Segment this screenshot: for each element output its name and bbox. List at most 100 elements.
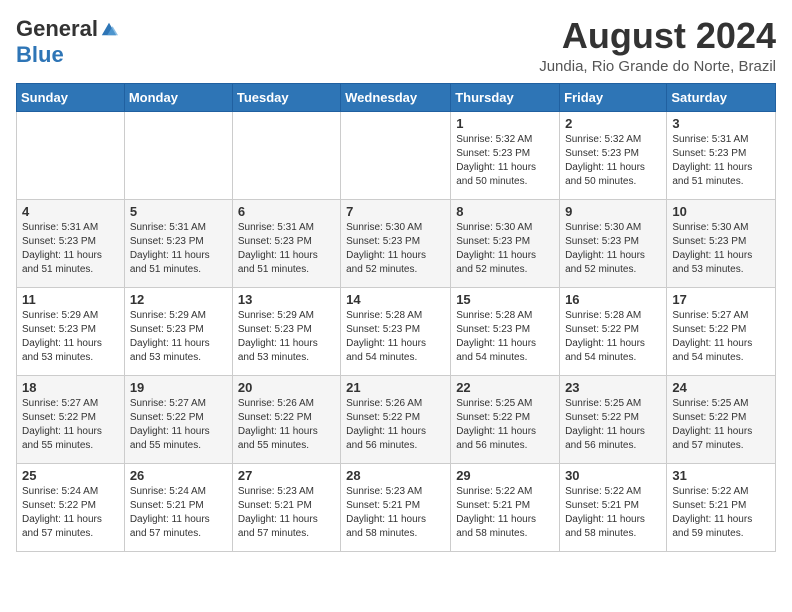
day-info: Sunrise: 5:25 AM Sunset: 5:22 PM Dayligh… [456, 397, 554, 453]
column-header-thursday: Thursday [451, 83, 560, 111]
calendar-table: SundayMondayTuesdayWednesdayThursdayFrid… [16, 83, 776, 552]
calendar-cell [17, 111, 125, 199]
day-number: 16 [565, 292, 661, 307]
day-info: Sunrise: 5:22 AM Sunset: 5:21 PM Dayligh… [672, 485, 770, 541]
calendar-cell: 17Sunrise: 5:27 AM Sunset: 5:22 PM Dayli… [667, 287, 776, 375]
day-number: 1 [456, 116, 554, 131]
calendar-cell: 23 Sunrise: 5:25 AM Sunset: 5:22 PM Dayli… [560, 375, 667, 463]
calendar-week-2: 4 Sunrise: 5:31 AM Sunset: 5:23 PM Daylig… [17, 199, 776, 287]
calendar-cell: 12Sunrise: 5:29 AM Sunset: 5:23 PM Dayli… [124, 287, 232, 375]
logo-general-text: General [16, 16, 98, 42]
day-info: Sunrise: 5:30 AM Sunset: 5:23 PM Dayligh… [565, 221, 661, 277]
day-number: 28 [346, 468, 445, 483]
calendar-cell: 1Sunrise: 5:32 AM Sunset: 5:23 PM Daylig… [451, 111, 560, 199]
day-number: 30 [565, 468, 661, 483]
calendar-cell: 11 Sunrise: 5:29 AM Sunset: 5:23 PM Dayli… [17, 287, 125, 375]
day-info: Sunrise: 5:30 AM Sunset: 5:23 PM Dayligh… [672, 221, 770, 277]
calendar-cell: 15 Sunrise: 5:28 AM Sunset: 5:23 PM Dayli… [451, 287, 560, 375]
calendar-week-3: 11 Sunrise: 5:29 AM Sunset: 5:23 PM Dayli… [17, 287, 776, 375]
day-info: Sunrise: 5:29 AM Sunset: 5:23 PM Dayligh… [22, 309, 119, 365]
day-info: Sunrise: 5:28 AM Sunset: 5:22 PM Dayligh… [565, 309, 661, 365]
day-number: 20 [238, 380, 335, 395]
calendar-cell: 16 Sunrise: 5:28 AM Sunset: 5:22 PM Dayli… [560, 287, 667, 375]
calendar-week-5: 25 Sunrise: 5:24 AM Sunset: 5:22 PM Dayli… [17, 463, 776, 551]
calendar-header-row: SundayMondayTuesdayWednesdayThursdayFrid… [17, 83, 776, 111]
calendar-cell: 18 Sunrise: 5:27 AM Sunset: 5:22 PM Dayli… [17, 375, 125, 463]
day-number: 9 [565, 204, 661, 219]
column-header-wednesday: Wednesday [341, 83, 451, 111]
calendar-cell: 3 Sunrise: 5:31 AM Sunset: 5:23 PM Daylig… [667, 111, 776, 199]
day-info: Sunrise: 5:31 AM Sunset: 5:23 PM Dayligh… [130, 221, 227, 277]
calendar-cell: 9 Sunrise: 5:30 AM Sunset: 5:23 PM Daylig… [560, 199, 667, 287]
day-info: Sunrise: 5:28 AM Sunset: 5:23 PM Dayligh… [346, 309, 445, 365]
day-number: 27 [238, 468, 335, 483]
day-number: 22 [456, 380, 554, 395]
calendar-cell: 24 Sunrise: 5:25 AM Sunset: 5:22 PM Dayli… [667, 375, 776, 463]
day-info: Sunrise: 5:28 AM Sunset: 5:23 PM Dayligh… [456, 309, 554, 365]
column-header-tuesday: Tuesday [232, 83, 340, 111]
day-number: 8 [456, 204, 554, 219]
day-number: 31 [672, 468, 770, 483]
calendar-cell [341, 111, 451, 199]
day-info: Sunrise: 5:25 AM Sunset: 5:22 PM Dayligh… [672, 397, 770, 453]
calendar-cell: 6 Sunrise: 5:31 AM Sunset: 5:23 PM Daylig… [232, 199, 340, 287]
day-info: Sunrise: 5:26 AM Sunset: 5:22 PM Dayligh… [238, 397, 335, 453]
calendar-cell [232, 111, 340, 199]
day-number: 25 [22, 468, 119, 483]
column-header-sunday: Sunday [17, 83, 125, 111]
day-number: 15 [456, 292, 554, 307]
day-number: 2 [565, 116, 661, 131]
column-header-monday: Monday [124, 83, 232, 111]
calendar-cell [124, 111, 232, 199]
day-info: Sunrise: 5:22 AM Sunset: 5:21 PM Dayligh… [456, 485, 554, 541]
day-number: 13 [238, 292, 335, 307]
day-info: Sunrise: 5:25 AM Sunset: 5:22 PM Dayligh… [565, 397, 661, 453]
day-number: 29 [456, 468, 554, 483]
day-info: Sunrise: 5:30 AM Sunset: 5:23 PM Dayligh… [456, 221, 554, 277]
day-number: 23 [565, 380, 661, 395]
logo: General Blue [16, 16, 118, 68]
calendar-cell: 29 Sunrise: 5:22 AM Sunset: 5:21 PM Dayli… [451, 463, 560, 551]
calendar-cell: 21Sunrise: 5:26 AM Sunset: 5:22 PM Dayli… [341, 375, 451, 463]
calendar-cell: 14 Sunrise: 5:28 AM Sunset: 5:23 PM Dayli… [341, 287, 451, 375]
calendar-cell: 10 Sunrise: 5:30 AM Sunset: 5:23 PM Dayli… [667, 199, 776, 287]
day-number: 3 [672, 116, 770, 131]
day-info: Sunrise: 5:31 AM Sunset: 5:23 PM Dayligh… [22, 221, 119, 277]
title-section: August 2024 Jundia, Rio Grande do Norte,… [539, 16, 776, 75]
day-info: Sunrise: 5:26 AM Sunset: 5:22 PM Dayligh… [346, 397, 445, 453]
calendar-cell: 31 Sunrise: 5:22 AM Sunset: 5:21 PM Dayli… [667, 463, 776, 551]
calendar-cell: 22 Sunrise: 5:25 AM Sunset: 5:22 PM Dayli… [451, 375, 560, 463]
month-year-title: August 2024 [539, 16, 776, 56]
day-info: Sunrise: 5:30 AM Sunset: 5:23 PM Dayligh… [346, 221, 445, 277]
day-info: Sunrise: 5:27 AM Sunset: 5:22 PM Dayligh… [130, 397, 227, 453]
calendar-cell: 8 Sunrise: 5:30 AM Sunset: 5:23 PM Daylig… [451, 199, 560, 287]
day-number: 11 [22, 292, 119, 307]
day-number: 19 [130, 380, 227, 395]
day-number: 26 [130, 468, 227, 483]
calendar-cell: 5 Sunrise: 5:31 AM Sunset: 5:23 PM Daylig… [124, 199, 232, 287]
calendar-cell: 26 Sunrise: 5:24 AM Sunset: 5:21 PM Dayli… [124, 463, 232, 551]
calendar-cell: 2Sunrise: 5:32 AM Sunset: 5:23 PM Daylig… [560, 111, 667, 199]
day-number: 6 [238, 204, 335, 219]
day-number: 14 [346, 292, 445, 307]
page-header: General Blue August 2024 Jundia, Rio Gra… [16, 16, 776, 75]
day-info: Sunrise: 5:29 AM Sunset: 5:23 PM Dayligh… [238, 309, 335, 365]
day-info: Sunrise: 5:27 AM Sunset: 5:22 PM Dayligh… [22, 397, 119, 453]
day-info: Sunrise: 5:24 AM Sunset: 5:22 PM Dayligh… [22, 485, 119, 541]
day-info: Sunrise: 5:22 AM Sunset: 5:21 PM Dayligh… [565, 485, 661, 541]
location-subtitle: Jundia, Rio Grande do Norte, Brazil [539, 58, 776, 75]
day-number: 7 [346, 204, 445, 219]
day-number: 5 [130, 204, 227, 219]
day-info: Sunrise: 5:24 AM Sunset: 5:21 PM Dayligh… [130, 485, 227, 541]
day-info: Sunrise: 5:31 AM Sunset: 5:23 PM Dayligh… [238, 221, 335, 277]
calendar-week-4: 18 Sunrise: 5:27 AM Sunset: 5:22 PM Dayli… [17, 375, 776, 463]
calendar-cell: 20 Sunrise: 5:26 AM Sunset: 5:22 PM Dayli… [232, 375, 340, 463]
day-number: 10 [672, 204, 770, 219]
day-info: Sunrise: 5:31 AM Sunset: 5:23 PM Dayligh… [672, 133, 770, 189]
logo-icon [100, 20, 118, 38]
day-number: 18 [22, 380, 119, 395]
day-number: 4 [22, 204, 119, 219]
day-number: 12 [130, 292, 227, 307]
column-header-saturday: Saturday [667, 83, 776, 111]
day-number: 24 [672, 380, 770, 395]
